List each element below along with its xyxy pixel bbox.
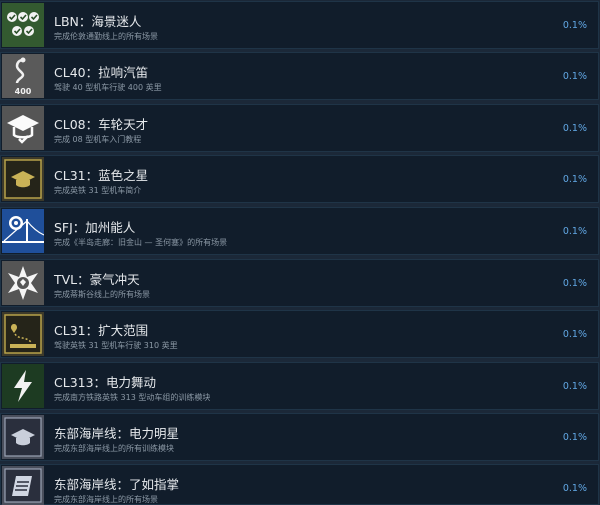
achievement-title: TVL：豪气冲天 <box>54 272 140 287</box>
svg-text:400: 400 <box>15 87 32 96</box>
achievement-description: 完成伦敦通勤线上的所有场景 <box>54 32 158 41</box>
unlock-percentage: 0.1% <box>562 226 587 237</box>
gold-mortarboard-icon <box>2 157 44 201</box>
achievement-row-cl08[interactable]: CL08：车轮天才 完成 08 型机车入门教程 0.1% <box>0 104 599 152</box>
unlock-percentage: 0.1% <box>562 432 587 443</box>
achievement-row-sfj[interactable]: SFJ：加州能人 完成《半岛走廊：旧金山 — 圣何塞》的所有场景 0.1% <box>0 207 599 255</box>
achievement-title: SFJ：加州能人 <box>54 220 136 235</box>
achievement-title: CL31：蓝色之星 <box>54 168 149 183</box>
achievement-row-tvl[interactable]: TVL：豪气冲天 完成蒂斯谷线上的所有场景 0.1% <box>0 259 599 307</box>
achievement-description: 完成英铁 31 型机车简介 <box>54 186 142 195</box>
achievement-title: CL313：电力舞动 <box>54 375 157 390</box>
route-400-icon: 400 <box>2 54 44 98</box>
achievement-title: CL08：车轮天才 <box>54 117 149 132</box>
unlock-percentage: 0.1% <box>562 20 587 31</box>
achievement-list: LBN：海景迷人 完成伦敦通勤线上的所有场景 0.1% 400 CL40：拉响汽… <box>0 0 600 505</box>
achievement-title: CL40：拉响汽笛 <box>54 65 149 80</box>
unlock-percentage: 0.1% <box>562 278 587 289</box>
achievement-row-ecml-star[interactable]: 东部海岸线：电力明星 完成东部海岸线上的所有训练模块 0.1% <box>0 413 599 461</box>
unlock-percentage: 0.1% <box>562 71 587 82</box>
achievement-description: 完成东部海岸线上的所有训练模块 <box>54 444 174 453</box>
achievement-description: 完成南方铁路英铁 313 型动车组的训练模块 <box>54 393 211 402</box>
handbook-icon <box>2 466 44 505</box>
star-emblem-icon <box>2 261 44 305</box>
achievement-title: LBN：海景迷人 <box>54 14 142 29</box>
achievement-row-lbn[interactable]: LBN：海景迷人 完成伦敦通勤线上的所有场景 0.1% <box>0 1 599 49</box>
achievement-description: 完成东部海岸线上的所有场景 <box>54 495 158 504</box>
achievement-row-cl40[interactable]: 400 CL40：拉响汽笛 驾驶 40 型机车行驶 400 英里 0.1% <box>0 52 599 100</box>
achievement-row-cl31-range[interactable]: CL31：扩大范围 驾驶英铁 31 型机车行驶 310 英里 0.1% <box>0 310 599 358</box>
achievement-description: 驾驶 40 型机车行驶 400 英里 <box>54 83 162 92</box>
unlock-percentage: 0.1% <box>562 381 587 392</box>
lightning-bolt-icon <box>2 364 44 408</box>
achievement-description: 驾驶英铁 31 型机车行驶 310 英里 <box>54 341 178 350</box>
achievement-description: 完成《半岛走廊：旧金山 — 圣何塞》的所有场景 <box>54 238 228 247</box>
gold-route-map-icon <box>2 312 44 356</box>
achievement-description: 完成 08 型机车入门教程 <box>54 135 142 144</box>
golden-gate-bridge-icon <box>2 209 44 253</box>
dark-mortarboard-icon <box>2 415 44 459</box>
achievement-title: 东部海岸线：电力明星 <box>54 426 180 441</box>
achievement-row-ecml-knowhow[interactable]: 东部海岸线：了如指掌 完成东部海岸线上的所有场景 0.1% <box>0 464 599 505</box>
checklist-badges-icon <box>2 3 44 47</box>
unlock-percentage: 0.1% <box>562 174 587 185</box>
achievement-title: 东部海岸线：了如指掌 <box>54 477 180 492</box>
achievement-title: CL31：扩大范围 <box>54 323 149 338</box>
achievement-row-cl31-star[interactable]: CL31：蓝色之星 完成英铁 31 型机车简介 0.1% <box>0 155 599 203</box>
achievement-description: 完成蒂斯谷线上的所有场景 <box>54 290 150 299</box>
achievement-row-cl313[interactable]: CL313：电力舞动 完成南方铁路英铁 313 型动车组的训练模块 0.1% <box>0 362 599 410</box>
unlock-percentage: 0.1% <box>562 123 587 134</box>
unlock-percentage: 0.1% <box>562 483 587 494</box>
unlock-percentage: 0.1% <box>562 329 587 340</box>
graduation-cap-icon <box>2 106 44 150</box>
